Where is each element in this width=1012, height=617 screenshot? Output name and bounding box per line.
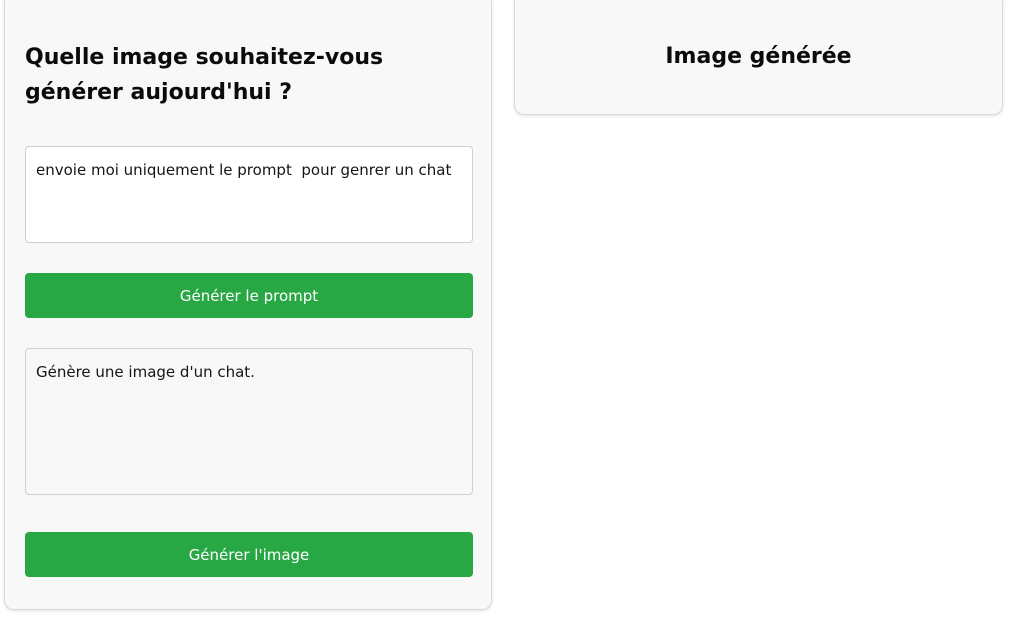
generated-image-panel: Image générée (514, 0, 1003, 115)
generate-prompt-button[interactable]: Générer le prompt (25, 273, 473, 318)
generated-prompt-field[interactable]: Génère une image d'un chat. (25, 348, 473, 495)
user-request-input[interactable]: envoie moi uniquement le prompt pour gen… (25, 146, 473, 243)
generate-image-button[interactable]: Générer l'image (25, 532, 473, 577)
prompt-panel: Quelle image souhaitez-vous générer aujo… (4, 0, 492, 610)
prompt-panel-title: Quelle image souhaitez-vous générer aujo… (25, 45, 384, 105)
generated-image-title: Image générée (665, 44, 852, 69)
